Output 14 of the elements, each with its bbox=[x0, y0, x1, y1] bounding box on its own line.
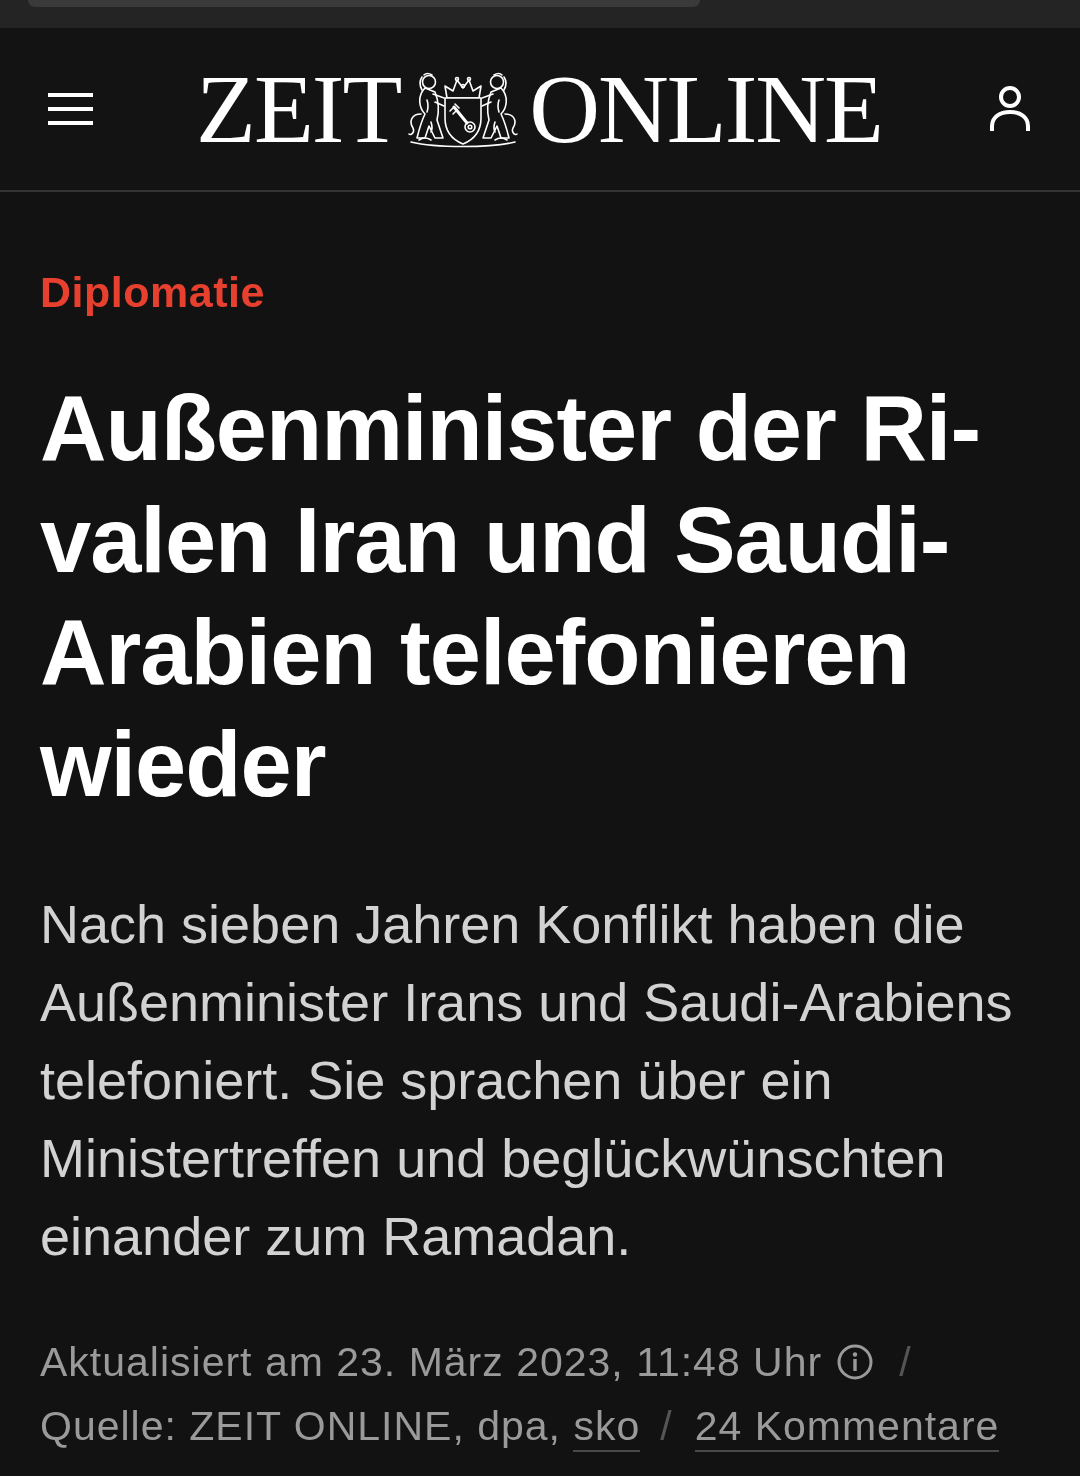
person-icon[interactable] bbox=[990, 86, 1030, 132]
comments-link[interactable]: 24 Kommentare bbox=[694, 1402, 1000, 1452]
kicker-label: Diplomatie bbox=[40, 267, 266, 317]
slash-separator: / bbox=[899, 1338, 912, 1387]
author-link[interactable]: sko bbox=[573, 1402, 641, 1452]
lead-paragraph: Nach sieben Jahren Konflikt haben die Außenminister Irans und Saudi-Arabiens telefoniert. Sie sprachen über ein Ministertreffen und beglückwünschten einander zum Ramadan. bbox=[40, 893, 1014, 1268]
source-line: Quelle: ZEIT ONLINE, dpa, sko bbox=[40, 1394, 641, 1458]
updated-timestamp: Aktualisiert am 23. März 2023, 11:48 Uhr bbox=[40, 1338, 823, 1387]
info-icon[interactable] bbox=[837, 1344, 874, 1380]
menu-icon[interactable] bbox=[48, 93, 93, 125]
logo-text[interactable]: ONLINE bbox=[529, 59, 882, 159]
slash-separator: / bbox=[660, 1402, 673, 1451]
headline: Außenminister der Ri- valen Iran und Saudi- Arabien telefonieren wieder bbox=[40, 376, 981, 817]
logo-text[interactable]: ZEIT bbox=[196, 59, 401, 159]
